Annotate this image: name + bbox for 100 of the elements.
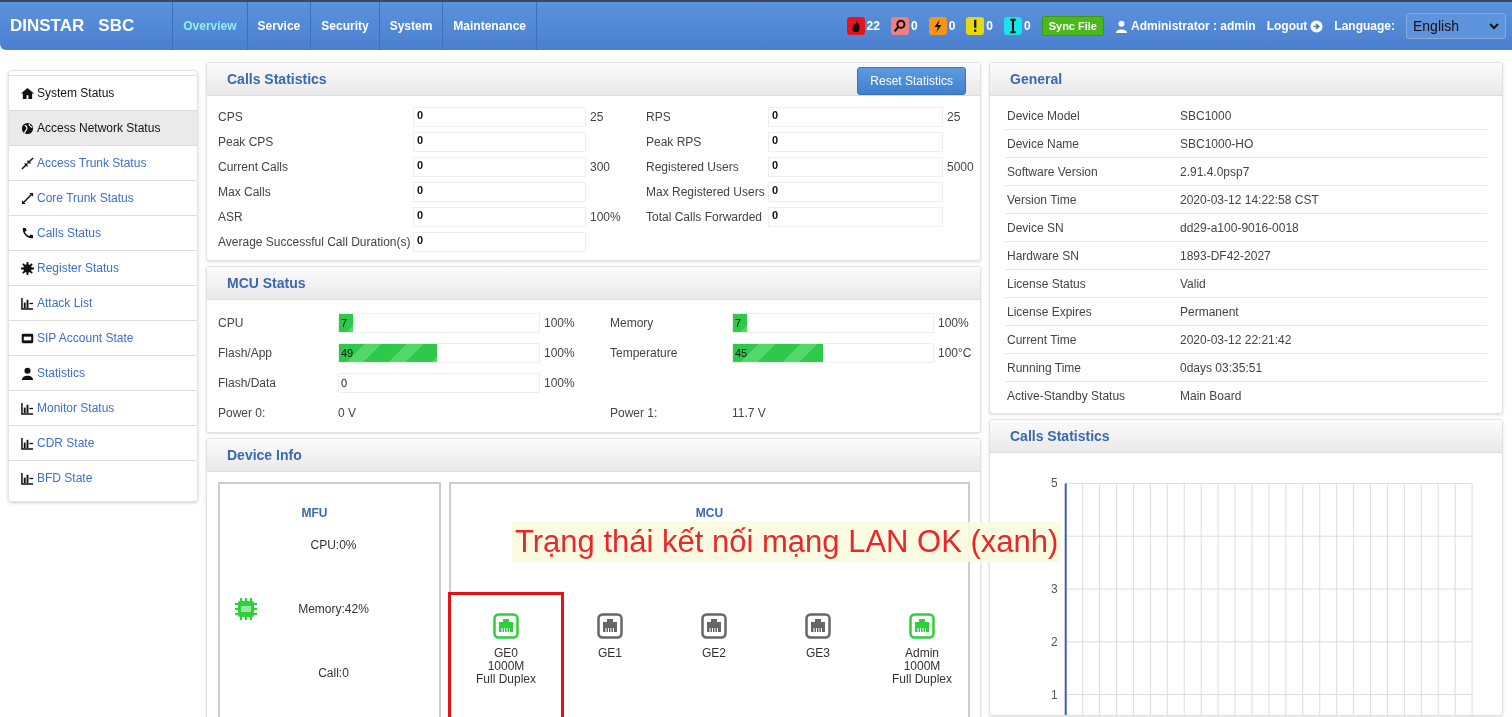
card-title: MCU (694, 505, 725, 520)
panel-title: Device Info (227, 447, 302, 463)
nav-tab[interactable]: Maintenance (443, 2, 538, 50)
alarm-count: 0 (910, 19, 918, 33)
sidebar-item[interactable]: SIP Account State (9, 320, 197, 355)
value-field[interactable]: 0 (768, 182, 943, 202)
user-icon (21, 366, 34, 380)
axis-label: 5 (1051, 476, 1058, 491)
info-value: SBC1000 (1180, 108, 1233, 123)
card-icon (21, 331, 34, 345)
max-value: 100% (543, 316, 576, 330)
field-label: Current Calls (218, 160, 290, 174)
value-field[interactable]: 0 (768, 157, 943, 177)
sidebar-item[interactable]: Calls Status (9, 215, 197, 250)
panel-title: Calls Statistics (1010, 428, 1110, 444)
info-value: 1893-DF42-2027 (1180, 248, 1272, 263)
port-label: GE3 (806, 647, 830, 660)
globe-icon (21, 121, 34, 135)
value-field[interactable]: 0 (413, 182, 586, 202)
progress-value: 0 (341, 377, 348, 389)
fire-alarm-icon[interactable] (846, 17, 865, 35)
info-label: Hardware SN (1007, 248, 1081, 263)
sidebar-item[interactable]: Register Status (9, 250, 197, 285)
mfu-stat: Call:0 (318, 666, 349, 680)
value-field[interactable]: 0 (413, 207, 586, 227)
info-label: Device Model (1007, 108, 1081, 123)
axis-label: 2 (1051, 634, 1058, 649)
nav-tab[interactable]: System (379, 2, 444, 50)
language-select[interactable]: English (1406, 13, 1506, 39)
metric-value: 0 V (338, 406, 357, 420)
sidebar-item[interactable]: BFD State (9, 460, 197, 495)
chart-icon (21, 436, 34, 450)
value-field[interactable]: 0 (768, 107, 943, 127)
progress-value: 49 (341, 347, 354, 359)
max-value: 100% (543, 346, 576, 360)
value-field[interactable]: 0 (413, 232, 586, 252)
metric-label: Flash/App (218, 346, 274, 360)
chart-icon (21, 401, 34, 415)
metric-label: Power 1: (610, 406, 659, 420)
annotation-callout: Trạng thái kết nối mạng LAN OK (xanh) (512, 522, 1062, 562)
info-label: Device SN (1007, 220, 1065, 235)
field-label: Registered Users (646, 160, 740, 174)
value-field[interactable]: 0 (413, 132, 586, 152)
gear-icon (21, 261, 34, 275)
info-label: Current Time (1007, 332, 1078, 347)
progress-value: 7 (341, 317, 348, 329)
metric-label: Power 0: (218, 406, 267, 420)
panel-title: Calls Statistics (227, 71, 327, 87)
field-label: Max Calls (218, 185, 272, 199)
caret-icon (1489, 22, 1499, 30)
field-label: CPS (218, 110, 244, 124)
chart-icon (21, 471, 34, 485)
value-field[interactable]: 0 (768, 132, 943, 152)
bolt-alarm-icon[interactable] (928, 17, 947, 35)
field-label: Peak CPS (218, 135, 275, 149)
nav-tab[interactable]: Overview (173, 2, 248, 50)
logout-link[interactable]: Logout (1266, 19, 1308, 33)
max-value: 300 (589, 160, 612, 174)
brand-logo: DINSTAR (10, 16, 85, 36)
info-value: 2020-03-12 22:21:42 (1180, 332, 1293, 347)
nav-tab[interactable]: Service (247, 2, 312, 50)
value-field[interactable]: 0 (413, 157, 586, 177)
arrow-circle-icon (1310, 19, 1324, 33)
exclamation-alarm-icon[interactable] (966, 17, 985, 35)
value-field[interactable]: 0 (768, 207, 943, 227)
panel-title: General (1010, 71, 1063, 87)
sidebar-item[interactable]: Access Network Status (9, 110, 197, 145)
max-value: 100°C (937, 346, 972, 360)
sidebar-item[interactable]: CDR State (9, 425, 197, 460)
sidebar-item[interactable]: Attack List (9, 285, 197, 320)
text-cursor-alarm-icon[interactable] (1004, 17, 1022, 35)
info-label: Running Time (1007, 360, 1083, 375)
port-label: GE0 1000M Full Duplex (476, 647, 536, 686)
sidebar-item[interactable]: Access Trunk Status (9, 145, 197, 180)
sidebar-item[interactable]: Monitor Status (9, 390, 197, 425)
info-value: dd29-a100-9016-0018 (1180, 220, 1300, 235)
info-label: License Expires (1007, 304, 1093, 319)
sidebar-item[interactable]: Core Trunk Status (9, 180, 197, 215)
alarm-count: 0 (986, 19, 993, 33)
nav-tab[interactable]: Security (311, 2, 380, 50)
metric-label: Memory (610, 316, 655, 330)
info-label: License Status (1007, 276, 1087, 291)
product-name: SBC (98, 16, 135, 36)
max-value: 100% (937, 316, 970, 330)
max-value: 100% (589, 210, 622, 224)
user-name: Administrator : admin (1131, 19, 1256, 33)
info-label: Active-Standby Status (1007, 388, 1127, 403)
value-field[interactable]: 0 (413, 107, 586, 127)
metric-value: 11.7 V (732, 406, 767, 420)
info-label: Software Version (1007, 164, 1099, 179)
mfu-stat: CPU:0% (310, 538, 357, 552)
progress-value: 7 (735, 317, 742, 329)
sidebar-item[interactable]: Statistics (9, 355, 197, 390)
metric-label: Temperature (610, 346, 679, 360)
info-value: SBC1000-HO (1180, 136, 1255, 151)
metric-label: Flash/Data (218, 376, 278, 390)
field-label: Peak RPS (646, 135, 703, 149)
field-label: RPS (646, 110, 672, 124)
reset-statistics-button[interactable]: Reset Statistics (857, 67, 966, 95)
mfu-stat: Memory:42% (298, 602, 369, 616)
